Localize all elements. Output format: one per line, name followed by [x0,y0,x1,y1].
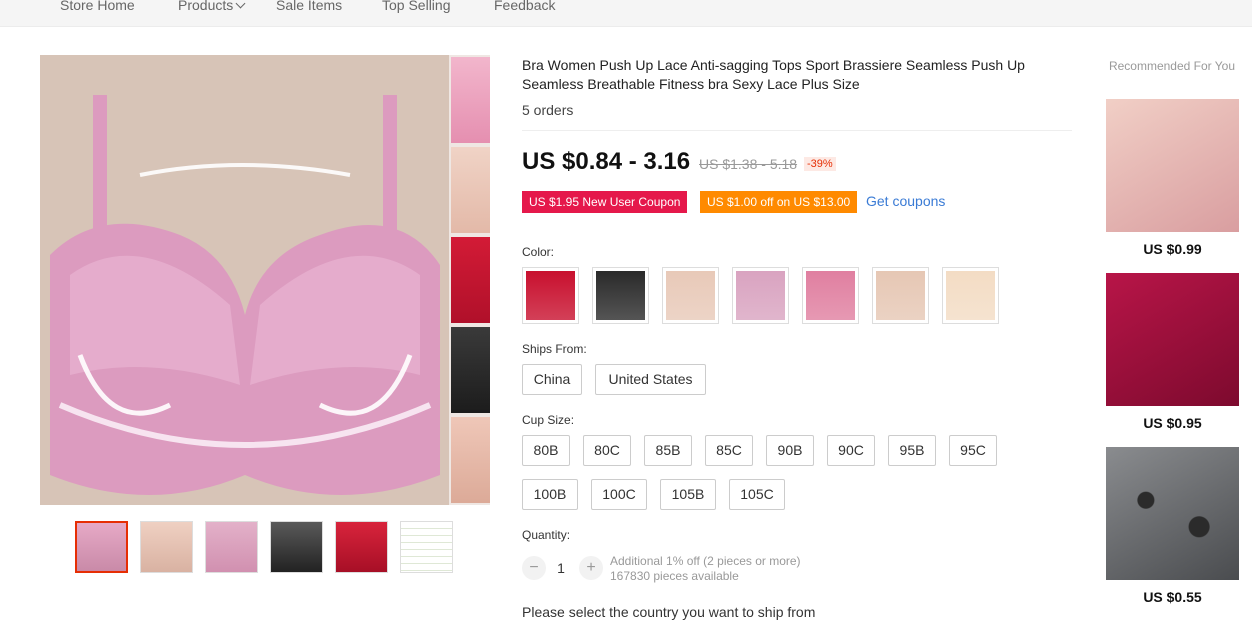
main-product-image[interactable] [40,55,490,505]
thumbnail-6[interactable] [400,521,453,573]
product-title: Bra Women Push Up Lace Anti-sagging Tops… [522,57,1025,92]
color-swatch [526,271,575,320]
strip-swatch-red [451,237,490,323]
recommended-title: Recommended For You [1108,59,1236,73]
recommended-item-1-photo [1106,99,1239,232]
color-swatch [876,271,925,320]
cup-size-option[interactable]: 95B [888,435,936,466]
nav-products[interactable]: Products [178,0,246,13]
cup-size-option[interactable]: 105B [660,479,716,510]
thumbnail-1[interactable] [75,521,128,573]
cup-size-option[interactable]: 85B [644,435,692,466]
recommended-item-3-photo [1106,447,1239,580]
nav-feedback[interactable]: Feedback [494,0,555,13]
thumbnail-2[interactable] [140,521,193,573]
color-option-2[interactable] [592,267,649,324]
color-swatch [806,271,855,320]
cup-size-option[interactable]: 80B [522,435,570,466]
cup-size-option[interactable]: 100B [522,479,578,510]
cup-size-option[interactable]: 90C [827,435,875,466]
stock-available: 167830 pieces available [610,569,739,583]
recommended-item-1-image[interactable] [1106,99,1239,232]
cup-size-option[interactable]: 95C [949,435,997,466]
color-strip [449,55,490,505]
chevron-down-icon [235,0,246,9]
color-option-5[interactable] [802,267,859,324]
ship-from-china[interactable]: China [522,364,582,395]
get-coupons-link[interactable]: Get coupons [866,193,945,209]
nav-products-label: Products [178,0,234,13]
strip-swatch-beige [451,147,490,233]
recommended-item-3-image[interactable] [1106,447,1239,580]
quantity-value[interactable]: 1 [552,560,570,576]
color-option-6[interactable] [872,267,929,324]
cup-size-option[interactable]: 105C [729,479,785,510]
cup-size-option[interactable]: 100C [591,479,647,510]
strip-swatch-nude [451,417,490,503]
color-swatch [946,271,995,320]
strip-swatch-pink [451,57,490,143]
color-option-3[interactable] [662,267,719,324]
store-coupon[interactable]: US $1.00 off on US $13.00 [700,191,858,213]
cup-size-option[interactable]: 90B [766,435,814,466]
ships-from-label: Ships From: [522,342,587,356]
recommended-item-1-price: US $0.99 [1143,241,1202,257]
recommended-item-3-price: US $0.55 [1143,589,1202,605]
cup-size-label: Cup Size: [522,413,575,427]
quantity-decrease-button[interactable]: − [522,556,546,580]
recommended-item-2-price: US $0.95 [1143,415,1202,431]
product-photo [40,55,449,505]
quantity-label: Quantity: [522,528,571,542]
color-swatch [596,271,645,320]
color-option-4[interactable] [732,267,789,324]
nav-store-home[interactable]: Store Home [60,0,135,13]
ship-from-united-states[interactable]: United States [595,364,706,395]
cup-size-option[interactable]: 80C [583,435,631,466]
color-option-1[interactable] [522,267,579,324]
color-option-7[interactable] [942,267,999,324]
strip-swatch-black [451,327,490,413]
cup-size-option[interactable]: 85C [705,435,753,466]
thumbnail-5[interactable] [335,521,388,573]
nav-top-selling[interactable]: Top Selling [382,0,451,13]
new-user-coupon[interactable]: US $1.95 New User Coupon [522,191,688,213]
quantity-increase-button[interactable]: + [579,556,603,580]
divider [522,130,1072,131]
bulk-discount-note: Additional 1% off (2 pieces or more) [610,554,801,568]
thumbnail-4[interactable] [270,521,323,573]
color-swatch [666,271,715,320]
discount-badge: -39% [804,157,836,171]
nav-sale-items[interactable]: Sale Items [276,0,342,13]
thumbnail-3[interactable] [205,521,258,573]
recommended-item-2-image[interactable] [1106,273,1239,406]
store-nav: Store Home Products Sale Items Top Selli… [0,0,1252,27]
ship-country-prompt: Please select the country you want to sh… [522,604,816,620]
recommended-item-2-photo [1106,273,1239,406]
color-label: Color: [522,245,555,259]
color-swatch [736,271,785,320]
original-price: US $1.38 - 5.18 [699,156,798,172]
orders-count: 5 orders [522,102,574,118]
price-range: US $0.84 - 3.16 [522,148,691,175]
